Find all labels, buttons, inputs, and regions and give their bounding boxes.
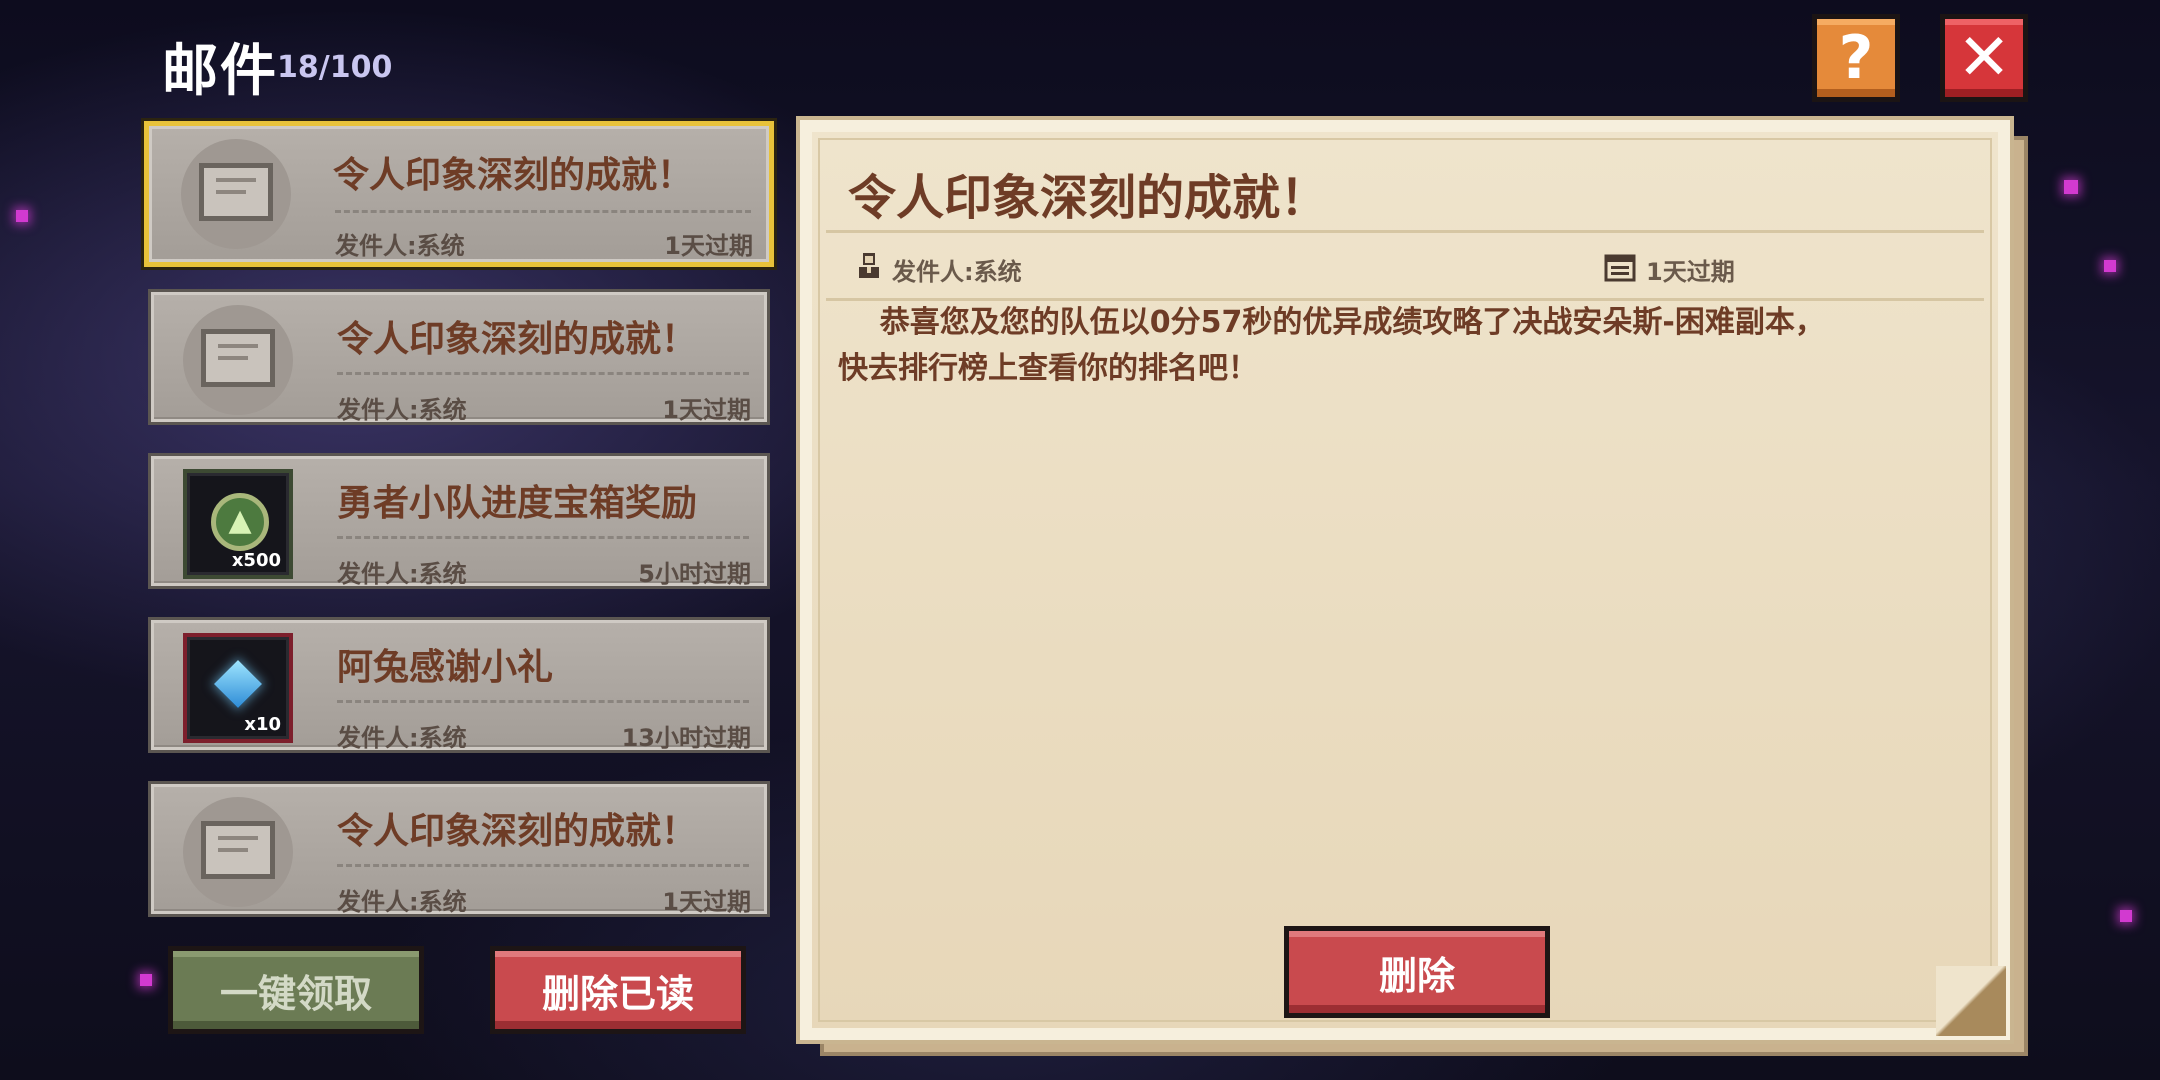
mail-title: 令人印象深刻的成就！ <box>333 155 694 196</box>
help-button[interactable]: ? <box>1812 14 1900 102</box>
divider <box>337 700 749 703</box>
letter-panel: 令人印象深刻的成就！ 发件人:系统 1天过期 恭喜您及您的队伍以0分57秒的优异… <box>800 120 2010 1040</box>
mail-sender: 发件人:系统 <box>337 396 467 424</box>
letter-body: 恭喜您及您的队伍以0分57秒的优异成绩攻略了决战安朵斯-困难副本， 快去排行榜上… <box>838 305 1825 386</box>
mail-screen: 邮件 18/100 ? ✕ 令人印象深刻的成就！ 发件人:系统 1天过期 令人印… <box>0 0 2160 1080</box>
diamond-gem-icon <box>213 659 263 709</box>
mail-title: 勇者小队进度宝箱奖励 <box>337 483 698 524</box>
upgrade-coin-icon: ▲ <box>211 493 269 551</box>
page-title: 邮件 <box>162 39 278 104</box>
star-decoration <box>140 974 152 986</box>
delete-read-button[interactable]: 删除已读 <box>490 946 746 1034</box>
mail-title: 令人印象深刻的成就！ <box>337 319 698 360</box>
divider <box>826 230 1984 233</box>
star-decoration <box>2064 180 2078 194</box>
calendar-icon <box>1604 254 1636 282</box>
star-decoration <box>2120 910 2132 922</box>
divider <box>335 210 751 213</box>
mail-expire: 13小时过期 <box>621 724 751 752</box>
envelope-icon <box>181 139 291 249</box>
reward-slot: x10 <box>183 633 293 743</box>
envelope-icon <box>183 305 293 415</box>
close-button[interactable]: ✕ <box>1940 14 2028 102</box>
mail-list-item[interactable]: x10 阿兔感谢小礼 发件人:系统 13小时过期 <box>148 617 770 753</box>
question-mark-icon: ? <box>1838 23 1874 93</box>
delete-button[interactable]: 删除 <box>1284 926 1550 1018</box>
mail-title: 令人印象深刻的成就！ <box>337 811 698 852</box>
reward-slot: ▲ x500 <box>183 469 293 579</box>
divider <box>337 536 749 539</box>
mail-sender: 发件人:系统 <box>337 560 467 588</box>
envelope-icon <box>183 797 293 907</box>
mail-expire: 1天过期 <box>662 396 751 424</box>
reward-quantity: x500 <box>231 550 281 571</box>
mail-list-item[interactable]: 令人印象深刻的成就！ 发件人:系统 1天过期 <box>148 289 770 425</box>
mail-count: 18/100 <box>277 50 393 85</box>
mail-title: 阿兔感谢小礼 <box>337 647 554 688</box>
star-decoration <box>16 210 28 222</box>
mail-list-item[interactable]: ▲ x500 勇者小队进度宝箱奖励 发件人:系统 5小时过期 <box>148 453 770 589</box>
page-curl <box>1936 966 2006 1036</box>
mail-sender: 发件人:系统 <box>335 232 465 260</box>
star-decoration <box>2104 260 2116 272</box>
mail-list-item[interactable]: 令人印象深刻的成就！ 发件人:系统 1天过期 <box>148 781 770 917</box>
letter-expire: 1天过期 <box>1646 258 1735 286</box>
mail-list-item[interactable]: 令人印象深刻的成就！ 发件人:系统 1天过期 <box>144 121 774 267</box>
mail-expire: 5小时过期 <box>638 560 751 588</box>
close-icon: ✕ <box>1957 21 2011 95</box>
sender-person-icon <box>859 253 879 278</box>
mail-expire: 1天过期 <box>662 888 751 916</box>
mail-expire: 1天过期 <box>664 232 753 260</box>
mail-sender: 发件人:系统 <box>337 888 467 916</box>
mail-sender: 发件人:系统 <box>337 724 467 752</box>
letter-sender: 发件人:系统 <box>892 258 1022 286</box>
reward-quantity: x10 <box>244 714 281 735</box>
claim-all-button[interactable]: 一键领取 <box>168 946 424 1034</box>
divider <box>337 372 749 375</box>
letter-title: 令人印象深刻的成就！ <box>848 170 1329 226</box>
divider <box>337 864 749 867</box>
